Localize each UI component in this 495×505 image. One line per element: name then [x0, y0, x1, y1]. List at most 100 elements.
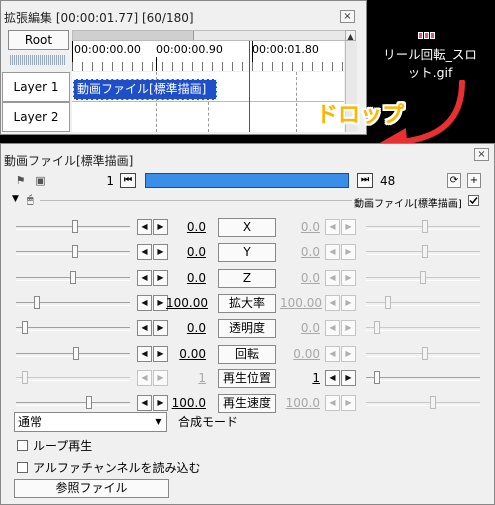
start-slider[interactable]	[16, 371, 130, 385]
end-value[interactable]: 0.00	[280, 347, 320, 361]
slider-thumb[interactable]	[385, 296, 391, 309]
decrement-icon[interactable]: ◀	[325, 370, 340, 386]
param-button-7[interactable]: 再生速度	[218, 394, 276, 413]
end-value[interactable]: 100.0	[280, 396, 320, 410]
increment-icon[interactable]: ▶	[341, 320, 356, 336]
start-value[interactable]: 100.00	[166, 296, 208, 310]
slider-thumb[interactable]	[73, 347, 79, 360]
increment-icon[interactable]: ▶	[341, 295, 356, 311]
start-value[interactable]: 0.00	[166, 347, 206, 361]
add-filter-icon[interactable]: +	[467, 173, 481, 188]
slider-thumb[interactable]	[72, 220, 78, 233]
param-button-3[interactable]: 拡大率	[218, 294, 276, 313]
end-stepper[interactable]: ◀ ▶	[325, 219, 357, 235]
slider-thumb[interactable]	[422, 347, 428, 360]
end-slider[interactable]	[366, 220, 480, 234]
increment-icon[interactable]: ▶	[341, 370, 356, 386]
end-value[interactable]: 0.0	[280, 271, 320, 285]
increment-icon[interactable]: ▶	[341, 270, 356, 286]
playhead[interactable]	[249, 41, 250, 132]
end-value[interactable]: 0.0	[280, 245, 320, 259]
start-slider[interactable]	[16, 347, 130, 361]
start-value[interactable]: 0.0	[166, 220, 206, 234]
camera-toggle-icon[interactable]: ⚑	[14, 174, 27, 187]
start-stepper[interactable]: ◀ ▶	[137, 244, 169, 260]
start-slider[interactable]	[16, 271, 130, 285]
root-button[interactable]: Root	[8, 30, 69, 50]
decrement-icon[interactable]: ◀	[325, 320, 340, 336]
start-stepper[interactable]: ◀ ▶	[137, 270, 169, 286]
increment-icon[interactable]: ▶	[341, 244, 356, 260]
increment-icon[interactable]: ▶	[341, 346, 356, 362]
decrement-icon[interactable]: ◀	[137, 295, 152, 311]
param-button-2[interactable]: Z	[218, 269, 276, 288]
decrement-icon[interactable]: ◀	[325, 244, 340, 260]
settings-icon[interactable]: ⟳	[447, 173, 461, 188]
end-stepper[interactable]: ◀ ▶	[325, 395, 357, 411]
decrement-icon[interactable]: ◀	[325, 219, 340, 235]
increment-icon[interactable]: ▶	[341, 219, 356, 235]
reference-file-button[interactable]: 参照ファイル	[14, 479, 169, 498]
slider-thumb[interactable]	[420, 271, 426, 284]
decrement-icon[interactable]: ◀	[325, 346, 340, 362]
start-value[interactable]: 0.0	[166, 321, 206, 335]
start-slider[interactable]	[16, 245, 130, 259]
param-button-6[interactable]: 再生位置	[218, 369, 276, 388]
start-slider[interactable]	[16, 220, 130, 234]
start-stepper[interactable]: ◀ ▶	[137, 370, 169, 386]
video-clip[interactable]: 動画ファイル[標準描画]	[73, 79, 217, 100]
decrement-icon[interactable]: ◀	[325, 270, 340, 286]
timeline-hscroll-thumb[interactable]	[73, 31, 194, 40]
slider-thumb[interactable]	[430, 396, 436, 409]
decrement-icon[interactable]: ◀	[137, 346, 152, 362]
increment-icon[interactable]: ▶	[341, 395, 356, 411]
end-slider[interactable]	[366, 396, 480, 410]
scroll-up-icon[interactable]: ▲	[345, 30, 356, 41]
grid-toggle-icon[interactable]: ▣	[34, 174, 47, 187]
decrement-icon[interactable]: ◀	[137, 320, 152, 336]
start-stepper[interactable]: ◀ ▶	[137, 320, 169, 336]
slider-thumb[interactable]	[22, 371, 28, 384]
param-button-4[interactable]: 透明度	[218, 319, 276, 338]
end-slider[interactable]	[366, 296, 480, 310]
alpha-checkbox[interactable]	[17, 462, 28, 473]
end-slider[interactable]	[366, 347, 480, 361]
end-value[interactable]: 0.0	[280, 321, 320, 335]
param-button-1[interactable]: Y	[218, 243, 276, 262]
param-button-5[interactable]: 回転	[218, 345, 276, 364]
decrement-icon[interactable]: ◀	[137, 219, 152, 235]
end-stepper[interactable]: ◀ ▶	[325, 320, 357, 336]
end-value[interactable]: 100.00	[280, 296, 322, 310]
end-value[interactable]: 0.0	[280, 220, 320, 234]
start-slider[interactable]	[16, 296, 130, 310]
start-slider[interactable]	[16, 321, 130, 335]
end-value[interactable]: 1	[280, 371, 320, 385]
start-value[interactable]: 100.0	[166, 396, 206, 410]
blend-mode-select[interactable]: 通常 ▼	[14, 412, 167, 432]
chevron-down-icon[interactable]: ▼	[151, 413, 166, 431]
start-stepper[interactable]: ◀ ▶	[137, 295, 169, 311]
start-value[interactable]: 0.0	[166, 245, 206, 259]
property-close-button[interactable]: ×	[474, 148, 489, 161]
slider-thumb[interactable]	[374, 321, 380, 334]
layer-2-header[interactable]: Layer 2	[2, 102, 70, 132]
end-stepper[interactable]: ◀ ▶	[325, 270, 357, 286]
object-enable-checkbox[interactable]	[468, 195, 479, 206]
slider-thumb[interactable]	[422, 245, 428, 258]
slider-thumb[interactable]	[86, 396, 92, 409]
slider-thumb[interactable]	[422, 220, 428, 233]
end-stepper[interactable]: ◀ ▶	[325, 370, 357, 386]
start-stepper[interactable]: ◀ ▶	[137, 395, 169, 411]
end-slider[interactable]	[366, 245, 480, 259]
slider-thumb[interactable]	[22, 321, 28, 334]
layer-1-header[interactable]: Layer 1	[2, 72, 70, 102]
end-slider[interactable]	[366, 371, 480, 385]
end-stepper[interactable]: ◀ ▶	[325, 295, 357, 311]
gif-filename[interactable]: リール回転_スロ ット.gif	[370, 46, 490, 82]
slider-thumb[interactable]	[374, 371, 380, 384]
timeline-hscrollbar[interactable]	[72, 30, 354, 41]
collapse-icon[interactable]: ▼	[12, 194, 19, 204]
decrement-icon[interactable]: ◀	[325, 295, 340, 311]
start-value[interactable]: 0.0	[166, 271, 206, 285]
start-stepper[interactable]: ◀ ▶	[137, 346, 169, 362]
